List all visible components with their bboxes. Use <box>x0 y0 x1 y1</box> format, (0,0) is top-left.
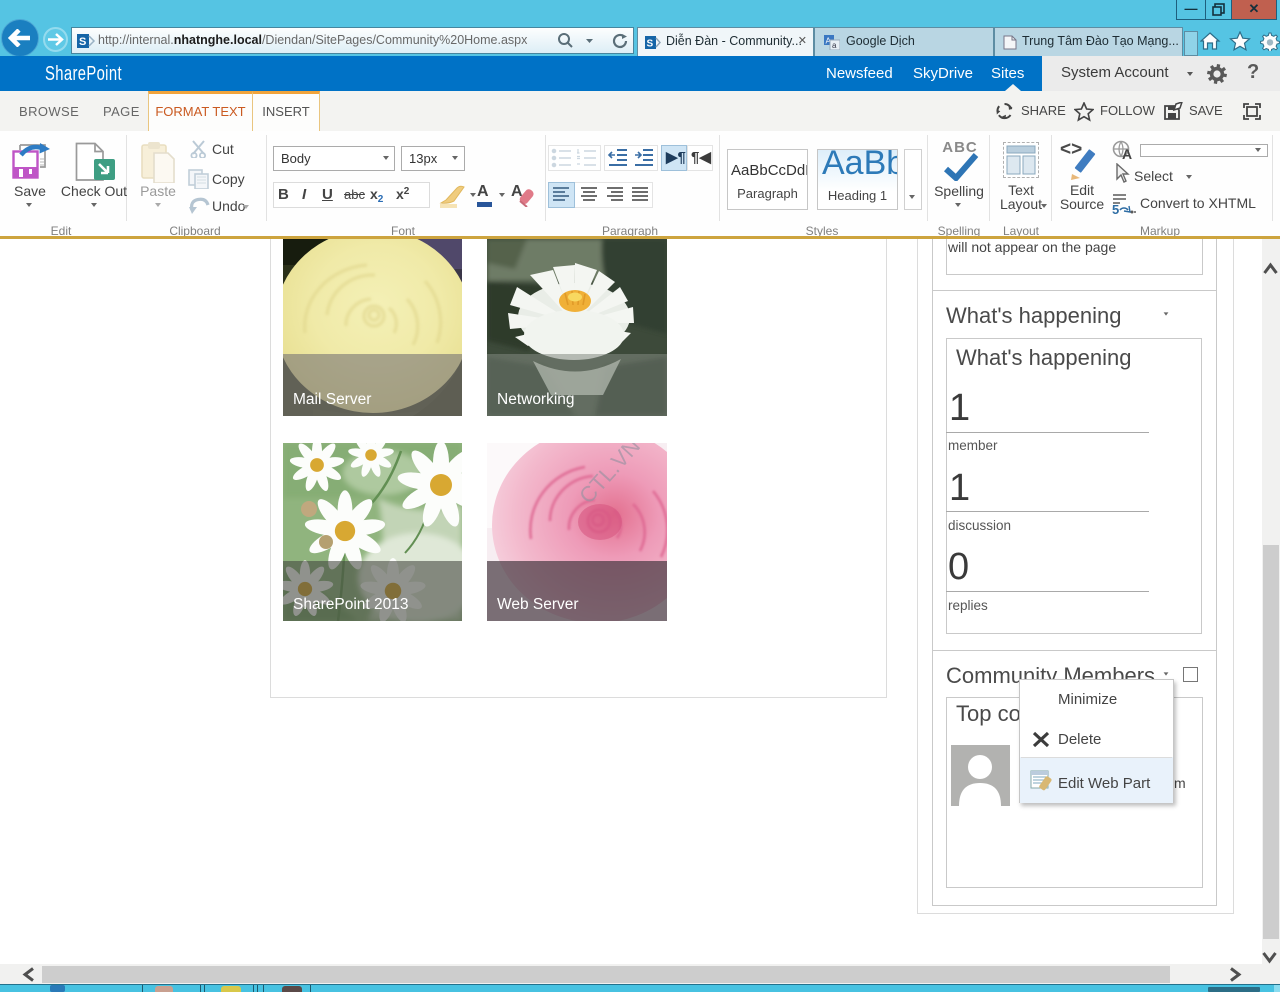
svg-text:Mail Server: Mail Server <box>293 391 371 408</box>
svg-text:S: S <box>79 36 86 48</box>
svg-text:5: 5 <box>1112 202 1119 215</box>
svg-text:SharePoint 2013: SharePoint 2013 <box>293 596 408 613</box>
svg-text:S: S <box>647 39 654 50</box>
svg-text:a: a <box>832 41 837 50</box>
svg-text:Networking: Networking <box>497 391 575 408</box>
svg-text:A: A <box>1122 146 1132 160</box>
svg-text:Web Server: Web Server <box>497 596 579 613</box>
